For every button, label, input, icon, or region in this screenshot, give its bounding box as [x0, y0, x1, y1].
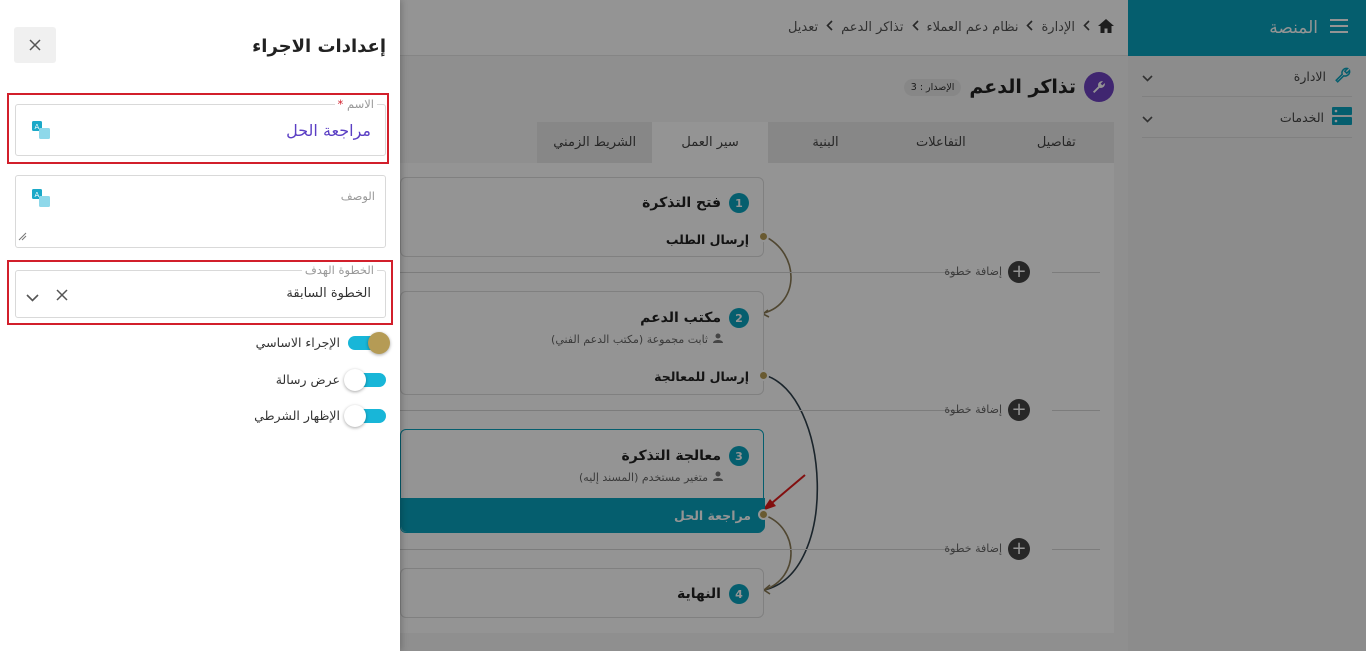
close-button[interactable]: [14, 27, 56, 63]
name-label: * الاسم: [334, 97, 377, 111]
user-icon: [713, 471, 723, 484]
workflow-step-end[interactable]: النهاية 4: [400, 568, 764, 618]
workflow-step-process-ticket[interactable]: معالجة التذكرة 3 متغير مستخدم (المسند إل…: [400, 429, 765, 533]
drawer-title: إعدادات الاجراء: [252, 36, 386, 57]
description-field[interactable]: الوصف A: [15, 175, 386, 248]
step-name: مكتب الدعم: [640, 310, 721, 326]
add-step-button[interactable]: +: [1008, 538, 1030, 560]
step-name: فتح التذكرة: [642, 195, 721, 211]
connector-handle[interactable]: [758, 231, 769, 242]
toggle-main-action[interactable]: الإجراء الاساسي: [255, 331, 390, 354]
clear-icon[interactable]: [56, 289, 68, 305]
chevron-down-icon: [1142, 70, 1153, 85]
add-step-row: إضافة خطوة +: [400, 538, 1100, 562]
action-settings-drawer: إعدادات الاجراء * الاسم A مراجعة الحل ال…: [0, 0, 400, 651]
add-step-row: إضافة خطوة +: [400, 261, 1100, 285]
page-title: تذاكر الدعم: [969, 76, 1076, 98]
add-step-label: إضافة خطوة: [944, 265, 1002, 278]
connector-handle[interactable]: [758, 370, 769, 381]
toggle-conditional-display[interactable]: الإظهار الشرطي: [254, 404, 386, 427]
tab-details[interactable]: تفاصيل: [999, 122, 1114, 163]
sidebar-header: المنصة: [1128, 0, 1366, 56]
breadcrumb-administration[interactable]: الإدارة: [1041, 20, 1075, 35]
target-step-value: الخطوة السابقة: [286, 286, 371, 301]
target-step-select[interactable]: الخطوة الهدف الخطوة السابقة: [15, 263, 386, 318]
resize-handle-icon[interactable]: [18, 230, 27, 245]
toggle-switch[interactable]: [348, 331, 390, 354]
sidebar-item-administration[interactable]: الادارة: [1142, 56, 1352, 97]
tab-workflow[interactable]: سير العمل: [652, 122, 768, 163]
required-mark: *: [337, 97, 344, 111]
sidebar-title: المنصة: [1269, 18, 1318, 38]
sidebar-item-label: الادارة: [1293, 68, 1326, 84]
breadcrumb: تعديل تذاكر الدعم نظام دعم العملاء الإدا…: [400, 0, 1128, 56]
step-action[interactable]: إرسال للمعالجة: [654, 369, 749, 384]
main-content: تعديل تذاكر الدعم نظام دعم العملاء الإدا…: [400, 0, 1128, 651]
chevron-left-icon: [826, 20, 833, 35]
wrench-icon: [1084, 72, 1114, 102]
workflow-step-help-desk[interactable]: مكتب الدعم 2 ثابت مجموعة (مكتب الدعم الف…: [400, 291, 764, 395]
wrench-icon: [1334, 66, 1352, 87]
step-action-selected[interactable]: مراجعة الحل: [401, 498, 765, 532]
workflow-step-open-ticket[interactable]: فتح التذكرة 1 إرسال الطلب: [400, 177, 764, 257]
user-icon: [713, 333, 723, 346]
svg-text:A: A: [35, 191, 40, 199]
step-subtitle-text: متغير مستخدم (المسند إليه): [579, 471, 708, 484]
tab-bar: تفاصيل التفاعلات البنية سير العمل الشريط…: [537, 122, 1114, 163]
toggle-switch[interactable]: [344, 368, 386, 391]
workflow-panel: فتح التذكرة 1 إرسال الطلب إضافة خطوة + م…: [400, 163, 1114, 633]
chevron-left-icon: [1083, 20, 1090, 35]
step-action[interactable]: إرسال الطلب: [666, 232, 749, 247]
chevron-down-icon[interactable]: [26, 291, 39, 306]
add-step-row: إضافة خطوة +: [400, 399, 1100, 423]
step-subtitle-text: ثابت مجموعة (مكتب الدعم الفني): [551, 333, 708, 346]
step-number: 2: [729, 308, 749, 328]
menu-icon[interactable]: [1330, 19, 1348, 37]
chevron-left-icon: [911, 20, 919, 35]
step-number: 3: [729, 446, 749, 466]
sidebar: المنصة الادارة الخدمات: [1128, 0, 1366, 651]
step-subtitle: متغير مستخدم (المسند إليه): [579, 471, 723, 484]
translate-icon[interactable]: A: [32, 121, 50, 143]
toggle-switch[interactable]: [344, 404, 386, 427]
page-title-row: الإصدار : 3 تذاكر الدعم: [903, 72, 1114, 102]
chevron-down-icon: [1142, 111, 1153, 126]
add-step-label: إضافة خطوة: [944, 403, 1002, 416]
step-name: معالجة التذكرة: [621, 448, 721, 464]
version-badge: الإصدار : 3: [903, 78, 962, 96]
add-step-label: إضافة خطوة: [944, 542, 1002, 555]
sidebar-item-services[interactable]: الخدمات: [1142, 97, 1352, 138]
connector-handle[interactable]: [758, 509, 769, 520]
home-icon[interactable]: [1098, 18, 1114, 37]
target-step-label: الخطوة الهدف: [301, 263, 377, 277]
translate-icon[interactable]: A: [32, 189, 50, 211]
name-label-text: الاسم: [346, 97, 374, 111]
add-step-button[interactable]: +: [1008, 399, 1030, 421]
breadcrumb-support-system[interactable]: نظام دعم العملاء: [927, 20, 1019, 35]
name-field[interactable]: * الاسم A مراجعة الحل: [15, 97, 386, 156]
tab-interactions[interactable]: التفاعلات: [883, 122, 998, 163]
description-label: الوصف: [340, 189, 375, 203]
breadcrumb-edit: تعديل: [787, 20, 819, 35]
step-number: 1: [729, 193, 749, 213]
toggle-label: الإظهار الشرطي: [254, 408, 340, 423]
step-number: 4: [729, 584, 749, 604]
toggle-label: الإجراء الاساسي: [255, 335, 340, 350]
tab-timeline[interactable]: الشريط الزمني: [537, 122, 652, 163]
chevron-left-icon: [1026, 20, 1034, 35]
step-name: النهاية: [676, 586, 721, 602]
name-input-value: مراجعة الحل: [286, 121, 371, 140]
svg-text:A: A: [35, 123, 40, 131]
tab-structure[interactable]: البنية: [768, 122, 883, 163]
server-icon: [1332, 106, 1352, 128]
sidebar-item-label: الخدمات: [1279, 109, 1324, 125]
toggle-show-message[interactable]: عرض رسالة: [275, 368, 386, 391]
step-subtitle: ثابت مجموعة (مكتب الدعم الفني): [551, 333, 723, 346]
toggle-label: عرض رسالة: [275, 372, 340, 387]
breadcrumb-support-tickets[interactable]: تذاكر الدعم: [841, 20, 903, 35]
add-step-button[interactable]: +: [1008, 261, 1030, 283]
close-icon: [29, 39, 41, 51]
